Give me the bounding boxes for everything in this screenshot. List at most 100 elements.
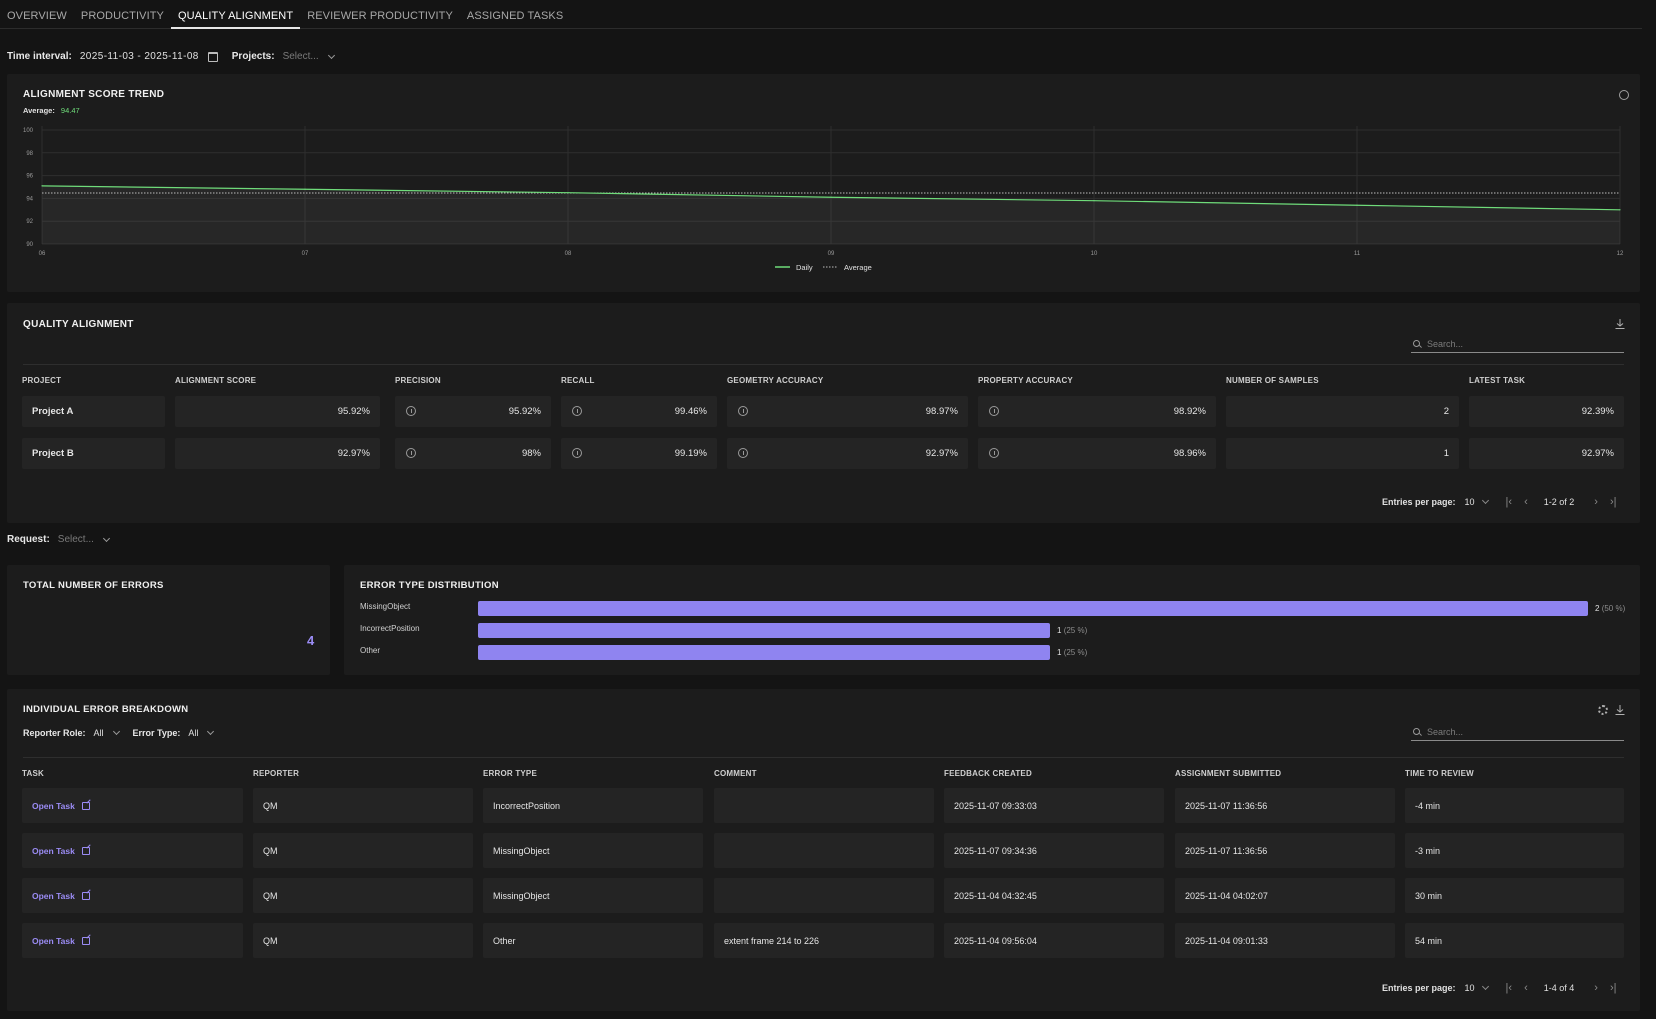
- feedback-created-cell: 2025-11-04 09:56:04: [944, 923, 1164, 958]
- search-placeholder: Search...: [1427, 338, 1464, 349]
- daily-point: [1619, 209, 1621, 211]
- error-bar[interactable]: [478, 623, 1050, 638]
- precision-cell: 95.92%: [395, 396, 551, 427]
- error-type-select[interactable]: All: [188, 727, 215, 738]
- x-tick-label: 10: [1091, 251, 1098, 257]
- info-icon[interactable]: [572, 406, 582, 416]
- first-page-icon[interactable]: |‹: [1506, 982, 1513, 994]
- bar-label: Other: [360, 646, 381, 655]
- open-task-link[interactable]: Open Task: [32, 846, 90, 856]
- request-label: Request:: [7, 534, 50, 545]
- reporter-role-value: All: [93, 728, 104, 738]
- info-icon[interactable]: [738, 448, 748, 458]
- info-icon[interactable]: [989, 406, 999, 416]
- bar-count: 1: [1057, 626, 1062, 635]
- y-tick-label: 94: [26, 196, 33, 202]
- tab-overview[interactable]: OVERVIEW: [0, 0, 74, 29]
- geometry-accuracy-cell: 98.97%: [727, 396, 968, 427]
- tab-reviewer-productivity[interactable]: REVIEWER PRODUCTIVITY: [300, 0, 460, 29]
- breakdown-search-input[interactable]: Search...: [1411, 723, 1624, 741]
- entries-per-page-select[interactable]: 10: [1465, 497, 1475, 507]
- reporter-role-select[interactable]: All: [93, 727, 120, 738]
- assignment-submitted-cell: 2025-11-07 11:36:56: [1175, 788, 1395, 823]
- projects-placeholder: Select...: [282, 51, 319, 62]
- info-icon[interactable]: [406, 448, 416, 458]
- download-icon[interactable]: [1614, 318, 1626, 330]
- col-project: PROJECT: [22, 376, 62, 385]
- col-assignment-submitted: ASSIGNMENT SUBMITTED: [1175, 769, 1282, 778]
- next-page-icon[interactable]: ›: [1594, 496, 1598, 508]
- assignment-submitted-cell: 2025-11-07 11:36:56: [1175, 833, 1395, 868]
- assignment-submitted-cell: 2025-11-04 04:02:07: [1175, 878, 1395, 913]
- calendar-icon[interactable]: [207, 51, 218, 62]
- search-icon: [1413, 728, 1420, 735]
- breakdown-filters: Reporter Role: All Error Type: All: [23, 727, 215, 738]
- bar-value: 1 (25 %): [1057, 648, 1087, 657]
- time-to-review-cell: -3 min: [1405, 833, 1624, 868]
- bar-percent: (25 %): [1063, 648, 1088, 657]
- time-interval-label: Time interval:: [7, 51, 72, 62]
- download-icon[interactable]: [1614, 704, 1626, 716]
- quality-search-input[interactable]: Search...: [1411, 335, 1624, 353]
- error-type-label: Error Type:: [132, 728, 181, 738]
- col-task: TASK: [22, 769, 44, 778]
- prev-page-icon[interactable]: ‹: [1524, 982, 1528, 994]
- recall-cell: 99.46%: [561, 396, 717, 427]
- col-comment: COMMENT: [714, 769, 757, 778]
- chevron-down-icon: [102, 534, 110, 542]
- time-interval-value[interactable]: 2025-11-03 - 2025-11-08: [80, 51, 199, 62]
- y-tick-label: 98: [26, 151, 33, 157]
- comment-cell: [714, 833, 934, 868]
- reporter-role-label: Reporter Role:: [23, 728, 86, 738]
- x-tick-label: 07: [302, 251, 309, 257]
- chevron-down-icon[interactable]: [1481, 496, 1489, 505]
- settings-icon[interactable]: [1598, 705, 1608, 715]
- legend-average-label: Average: [844, 263, 872, 272]
- error-bar[interactable]: [478, 601, 1588, 616]
- property-accuracy-cell: 98.96%: [978, 438, 1216, 469]
- chevron-down-icon[interactable]: [1481, 982, 1489, 991]
- open-task-link[interactable]: Open Task: [32, 801, 90, 811]
- info-icon[interactable]: [406, 406, 416, 416]
- info-icon[interactable]: [738, 406, 748, 416]
- entries-per-page-select[interactable]: 10: [1465, 983, 1475, 993]
- tab-assigned-tasks[interactable]: ASSIGNED TASKS: [460, 0, 570, 29]
- daily-point: [41, 185, 43, 187]
- open-task-label: Open Task: [32, 890, 75, 901]
- error-breakdown-card: INDIVIDUAL ERROR BREAKDOWN Reporter Role…: [7, 689, 1640, 1011]
- col-recall: RECALL: [561, 376, 595, 385]
- prev-page-icon[interactable]: ‹: [1524, 496, 1528, 508]
- col-error-type: ERROR TYPE: [483, 769, 538, 778]
- table-row-task: Open Task: [22, 833, 243, 868]
- reporter-cell: QM: [253, 878, 473, 913]
- error-bar[interactable]: [478, 645, 1050, 660]
- last-page-icon[interactable]: ›|: [1610, 496, 1617, 508]
- info-icon[interactable]: [572, 448, 582, 458]
- request-select[interactable]: Select...: [58, 534, 110, 545]
- bar-label: MissingObject: [360, 602, 411, 611]
- next-page-icon[interactable]: ›: [1594, 982, 1598, 994]
- last-page-icon[interactable]: ›|: [1610, 982, 1617, 994]
- feedback-created-cell: 2025-11-07 09:33:03: [944, 788, 1164, 823]
- search-icon: [1413, 340, 1420, 347]
- breakdown-pager: Entries per page: 10 |‹ ‹ 1-4 of 4 › ›|: [1382, 982, 1622, 994]
- info-icon[interactable]: [989, 448, 999, 458]
- projects-select[interactable]: Select...: [282, 51, 335, 62]
- search-placeholder: Search...: [1427, 726, 1464, 737]
- total-errors-card: TOTAL NUMBER OF ERRORS 4: [7, 565, 330, 675]
- geometry-value: 98.97%: [925, 406, 958, 417]
- chevron-down-icon: [327, 51, 335, 59]
- col-latest-task: LATEST TASK: [1469, 376, 1526, 385]
- first-page-icon[interactable]: |‹: [1506, 496, 1513, 508]
- y-tick-label: 96: [26, 174, 33, 180]
- error-type-cell: Other: [483, 923, 703, 958]
- external-link-icon: [81, 936, 90, 945]
- alignment-trend-card: ALIGNMENT SCORE TREND Average: 94.47 100…: [7, 74, 1640, 292]
- open-task-link[interactable]: Open Task: [32, 891, 90, 901]
- tab-quality-alignment[interactable]: QUALITY ALIGNMENT: [170, 0, 301, 29]
- open-task-link[interactable]: Open Task: [32, 936, 90, 946]
- property-value: 98.92%: [1173, 406, 1206, 417]
- col-alignment-score: ALIGNMENT SCORE: [175, 376, 257, 385]
- feedback-created-cell: 2025-11-07 09:34:36: [944, 833, 1164, 868]
- tab-productivity[interactable]: PRODUCTIVITY: [74, 0, 171, 29]
